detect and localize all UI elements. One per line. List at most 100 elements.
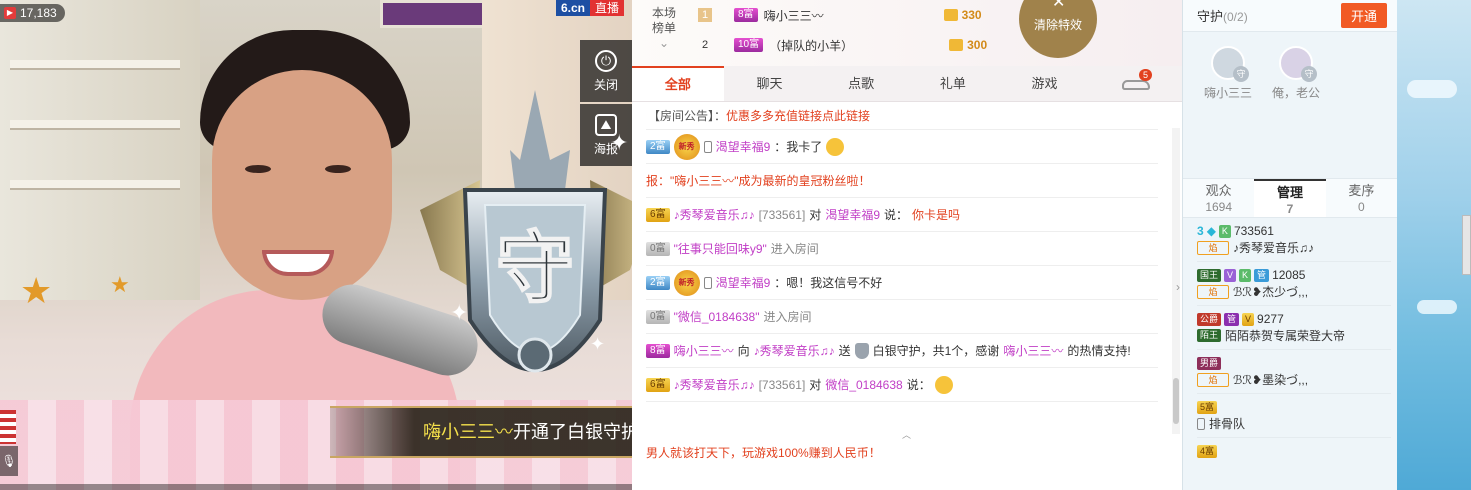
page-background [1397,0,1471,490]
tab-mic-queue[interactable]: 麦序 0 [1326,179,1397,217]
list-item[interactable]: 公爵 管 V 9277 陌王 陌陌恭贺专属荣登大帝 [1197,306,1391,350]
system-announcement: 报："嗨小三三〰"成为最新的皇冠粉丝啦！ [646,174,871,188]
rank-row[interactable]: 1 8富 嗨小三三〰 330 [698,4,1018,26]
mic-icon[interactable]: 🎙 [0,446,18,476]
viewers-icon: ▶ [4,7,16,19]
phone-icon [703,140,712,153]
car-count-badge: 5 [1139,69,1153,81]
chat-text: ：我卡了 [774,140,823,154]
user-name: 陌陌恭贺专属荣登大帝 [1225,329,1346,343]
wealth-level-badge: 0富 [646,309,670,324]
wealth-level-badge: 6富 [646,207,670,222]
chat-message-list[interactable]: 2富 新秀 渴望幸福9 ：我卡了 报："嗨小三三〰"成为最新的皇冠粉丝啦！ 6富… [632,128,1172,428]
tag-v: V [1242,312,1255,326]
phone-icon [1197,417,1205,430]
user-id: 733561 [1233,224,1274,238]
flame-badge: 焰 [1197,284,1229,299]
user-name: ℬℛ❥杰少づ,,, [1233,285,1309,299]
chat-target-name[interactable]: 渴望幸福9 [825,206,880,223]
shield-char: 守 [496,224,574,312]
guard-member[interactable]: 嗨小三三 [1201,42,1255,168]
tab-admins[interactable]: 管理 7 [1254,179,1326,217]
guard-header: 守护(0/2) 开通 [1183,0,1397,32]
emoji-icon [826,137,845,156]
page-scrollbar[interactable] [1462,215,1471,275]
tab-car[interactable]: 5 [1090,66,1182,101]
noble-badge: 男爵 [1197,356,1222,370]
coin-icon [943,9,958,21]
chat-user-name[interactable]: 嗨小三三〰 [674,342,734,359]
rank-number: 2 [701,39,709,51]
emoji-icon [934,375,953,394]
chat-user-name[interactable]: "往事只能回味y9" [674,240,767,257]
tab-gift-list[interactable]: 礼单 [907,66,999,101]
list-item[interactable]: 4富 [1197,438,1391,464]
wealth-level-badge: 6富 [646,377,670,392]
chat-to-word: 向 [737,344,750,358]
gift-text: 白银守护，共1个，感谢 [872,344,1000,358]
logo-tag: 直播 [590,0,625,16]
user-name: 排骨队 [1209,417,1246,431]
tab-label: 观众 [1205,183,1232,198]
tab-audience[interactable]: 观众 1694 [1183,179,1254,217]
chat-user-name[interactable]: 渴望幸福9 [716,138,771,155]
tab-chat[interactable]: 聊天 [724,66,816,101]
chevron-down-icon: ⌄ [658,36,670,50]
rank-user-name: 嗨小三三〰 [763,8,824,23]
rank-label[interactable]: 本场 榜单 ⌄ [644,6,684,51]
tab-all[interactable]: 全部 [632,66,724,101]
chat-text: 你卡是吗 [912,208,961,222]
user-name: ℬℛ❥墨染づ,,, [1233,373,1309,387]
live-room-page: ★ ★ ▶ 17,183 6.cn 直播 ⏻ 关闭 ⛰ 海报 守 ✦ ✦ ✦ 🎙… [0,0,1471,490]
viewer-count-value: 17,183 [20,6,57,20]
guard-member[interactable]: 俺，老公 [1269,42,1323,168]
open-guard-button[interactable]: 开通 [1340,3,1387,28]
guard-title: 守护 [1197,9,1224,24]
vip-level: 3 [1197,224,1204,238]
chat-user-name[interactable]: ♪秀琴爱音乐♫♪ [674,206,755,223]
guard-title-wrap: 守护(0/2) [1197,6,1248,25]
rank-coins: 300 [949,38,987,52]
coin-icon [949,39,964,51]
rank-label-line2: 榜单 [651,21,676,35]
close-icon: ✕ [1052,0,1066,11]
chat-message: 2富 新秀 渴望幸福9 ：我卡了 [646,130,1158,164]
chat-user-id: [733561] [758,207,806,222]
tag-k: K [1239,268,1252,282]
list-item[interactable]: 5富 排骨队 [1197,394,1391,438]
svg-text:✦: ✦ [590,334,605,354]
tab-song-request[interactable]: 点歌 [815,66,907,101]
tab-label: 麦序 [1348,183,1375,198]
chat-say-word: 说： [906,378,931,392]
rank-row[interactable]: 2 10富 （掉队的小羊） 300 [698,34,1018,56]
chat-say-word: 说： [884,208,909,222]
chat-user-name[interactable]: "微信_0184638" [674,308,760,325]
list-item[interactable]: 3 ◆ K 733561 焰 ♪秀琴爱音乐♫♪ [1197,218,1391,262]
newbie-badge-icon: 新秀 [673,269,700,296]
chat-user-name[interactable]: 渴望幸福9 [716,274,771,291]
rank-label-line1: 本场 [651,6,676,20]
thanks-user-name[interactable]: 嗨小三三〰 [1003,342,1063,359]
chat-target-name[interactable]: ♪秀琴爱音乐♫♪ [754,342,835,359]
chat-scroll-thumb[interactable] [1173,378,1179,424]
tab-game[interactable]: 游戏 [999,66,1091,101]
chat-user-name[interactable]: ♪秀琴爱音乐♫♪ [674,376,755,393]
guard-shield-effect-icon: 守 ✦ ✦ ✦ [420,90,632,373]
list-item[interactable]: 国王 V K 管 12085 焰 ℬℛ❥杰少づ,,, [1197,262,1391,306]
streamer-eye [325,165,351,173]
clear-effects-button[interactable]: ✕ 清除特效 [1019,0,1097,58]
tab-label: 管理 [1276,185,1303,200]
site-logo[interactable]: 6.cn 直播 [556,0,625,16]
session-rank: 本场 榜单 ⌄ 1 8富 嗨小三三〰 330 2 10富 （掉队的小羊） 300… [632,0,1182,66]
wealth-level-badge: 4富 [1197,444,1218,458]
chat-target-name[interactable]: 微信_0184638 [825,376,902,393]
list-item[interactable]: 男爵 焰 ℬℛ❥墨染づ,,, [1197,350,1391,394]
chat-message: 6富 ♪秀琴爱音乐♫♪ [733561] 对 渴望幸福9 说： 你卡是吗 [646,198,1158,232]
flag-icon [0,410,16,444]
guard-panel: 守护(0/2) 开通 嗨小三三 俺，老公 观众 1694 管理 7 麦序 [1182,0,1397,490]
room-notice-link[interactable]: 优惠多多充值链接点此链接 [726,109,870,123]
chat-user-id: [733561] [758,377,806,392]
streamer-eye [245,165,271,173]
chat-to-word: 对 [809,208,822,222]
promo-message[interactable]: 男人就该打天下，玩游戏100%赚到人民币！ [632,440,1172,466]
